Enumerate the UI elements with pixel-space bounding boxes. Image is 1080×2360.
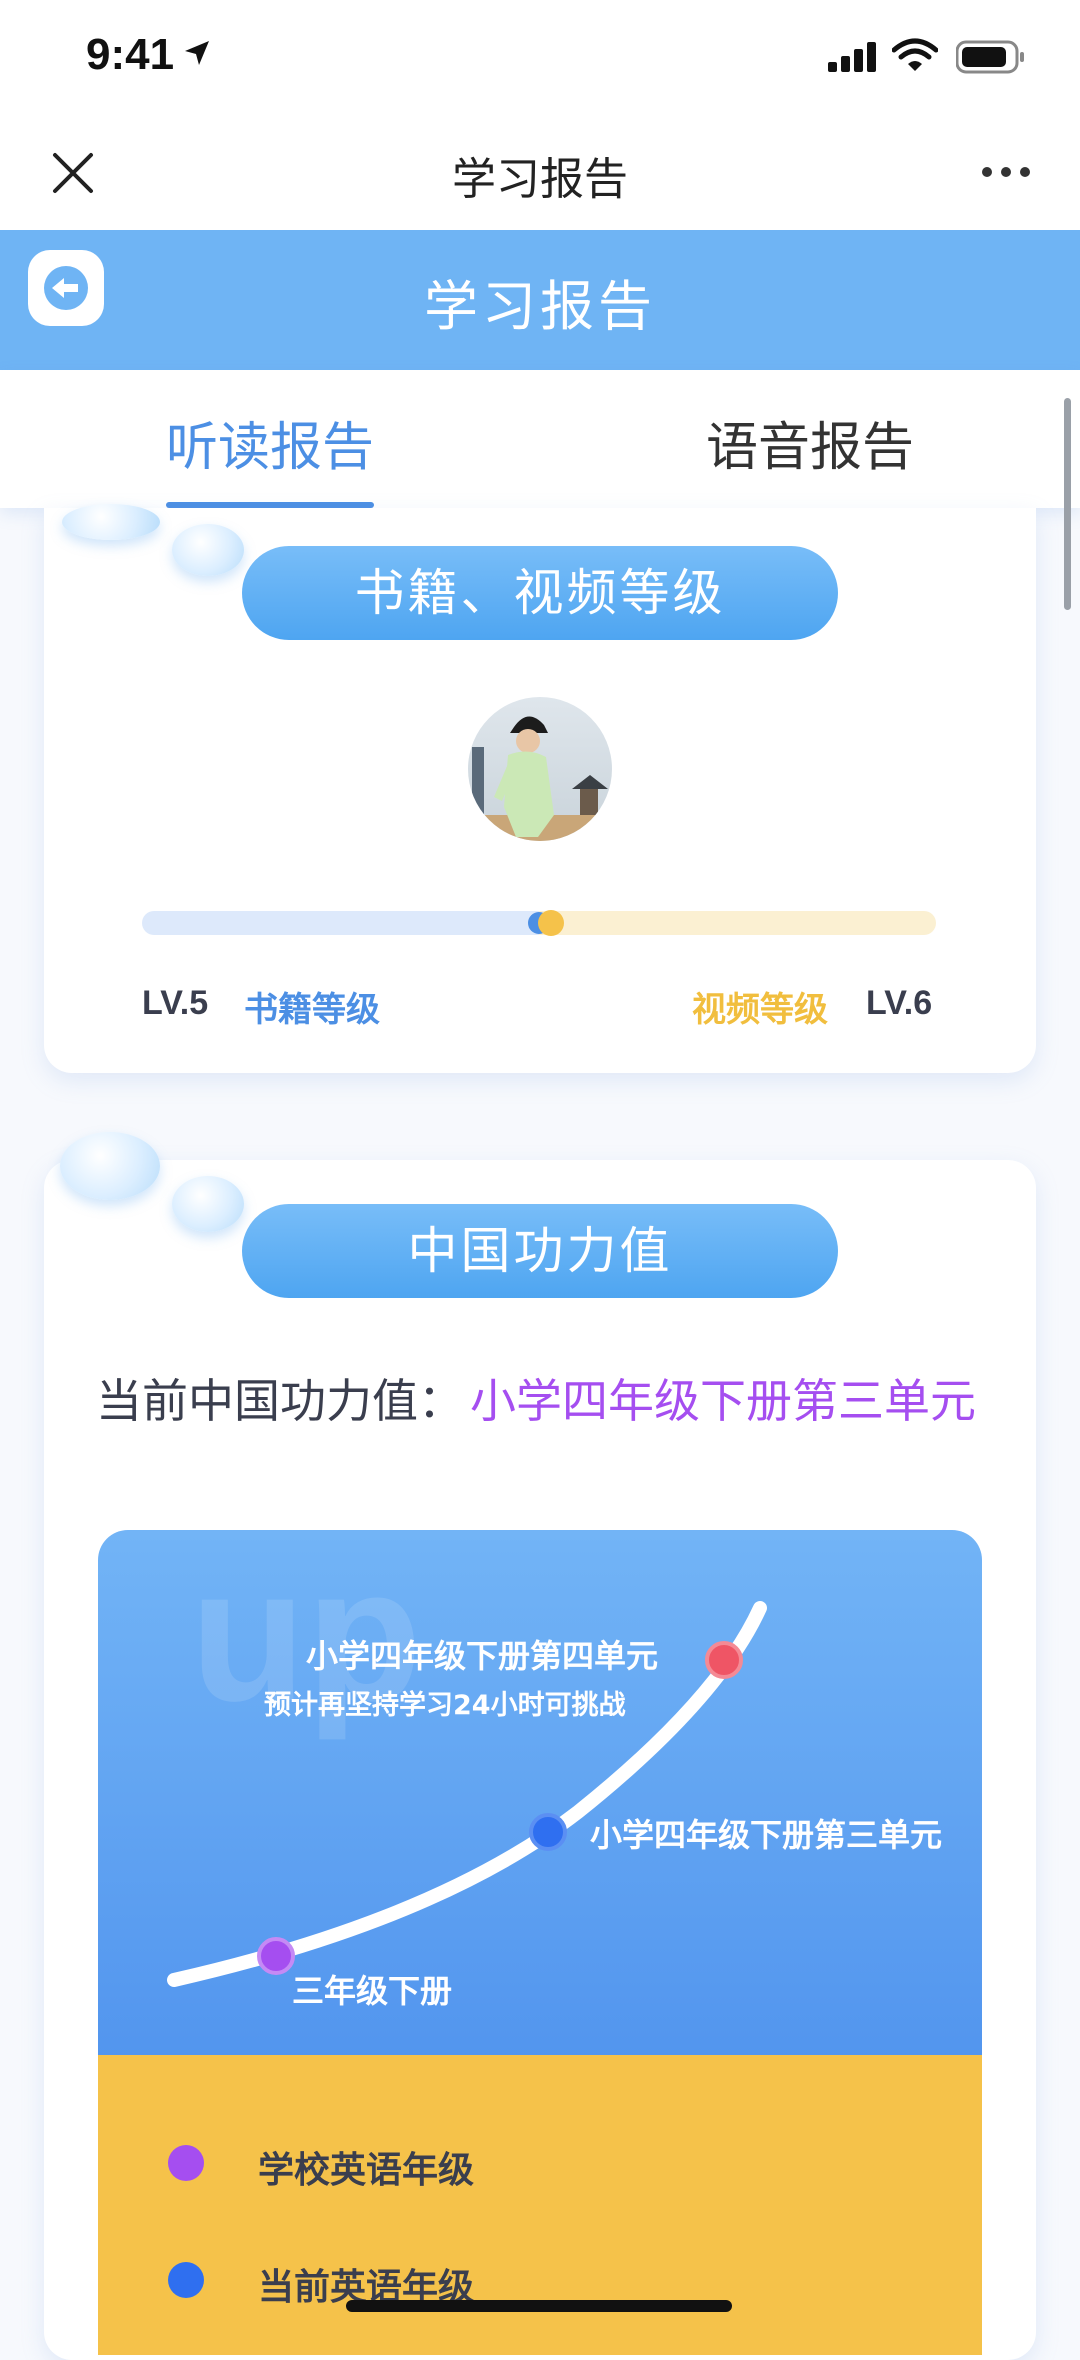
- wifi-icon: [891, 38, 939, 76]
- status-time: 9:41: [86, 30, 175, 79]
- level-card-title: 书籍、视频等级: [242, 546, 838, 640]
- next-goal-point-label: 小学四年级下册第四单元: [306, 1637, 658, 1675]
- school-grade-point-label: 三年级下册: [292, 1972, 452, 2010]
- video-level-value: LV.6: [866, 984, 933, 1022]
- next-goal-hint: 预计再坚持学习24小时可挑战: [264, 1689, 626, 1721]
- scrollbar[interactable]: [1064, 398, 1071, 610]
- tab-listen-report[interactable]: 听读报告: [166, 405, 374, 480]
- current-power-label: 当前中国功力值：: [96, 1374, 464, 1428]
- school-grade-legend-label: 学校英语年级: [258, 2150, 475, 2191]
- nav-title: 学习报告: [452, 154, 628, 205]
- current-grade-legend-dot: [168, 2262, 204, 2298]
- tab-bar: [0, 370, 1080, 508]
- school-grade-legend-dot: [168, 2145, 204, 2181]
- power-card-title: 中国功力值: [242, 1204, 838, 1298]
- more-icon[interactable]: [980, 164, 1032, 183]
- cloud-decoration: [60, 1132, 160, 1200]
- page-title: 学习报告: [424, 275, 656, 338]
- cloud-decoration: [172, 1176, 244, 1232]
- book-level-value: LV.5: [142, 984, 209, 1022]
- video-level-marker: [538, 910, 564, 936]
- progress-curve-chart: up 三年级下册 小学四年级下册第三单元 小学四年级下册第四单元 预计再坚持学习…: [98, 1530, 982, 2060]
- current-grade-point-label: 小学四年级下册第三单元: [590, 1816, 942, 1854]
- home-indicator: [346, 2300, 732, 2312]
- location-arrow-icon: [182, 38, 212, 72]
- battery-icon: [955, 40, 1026, 78]
- video-level-label: 视频等级: [692, 990, 828, 1030]
- book-level-label: 书籍等级: [244, 990, 380, 1030]
- tab-voice-report[interactable]: 语音报告: [706, 405, 914, 480]
- school-grade-point: [257, 1937, 295, 1975]
- cloud-decoration: [62, 504, 160, 540]
- next-goal-point: [705, 1641, 743, 1679]
- current-grade-point: [529, 1813, 567, 1851]
- current-power-value: 小学四年级下册第三单元: [470, 1374, 976, 1428]
- cloud-decoration: [172, 524, 244, 576]
- avatar[interactable]: [468, 697, 612, 841]
- cellular-signal-icon: [828, 42, 880, 76]
